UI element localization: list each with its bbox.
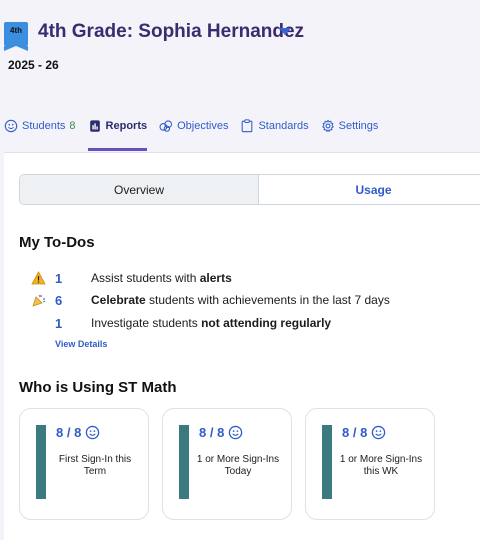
smiley-icon xyxy=(4,119,18,133)
tab-reports-label: Reports xyxy=(105,120,148,132)
card-stat: 8 / 8 xyxy=(342,425,386,440)
card-bar xyxy=(36,425,46,499)
usage-button[interactable]: Usage xyxy=(258,175,480,204)
tab-objectives[interactable]: Objectives xyxy=(159,116,228,136)
usage-card[interactable]: 8 / 8 First Sign-In this Term xyxy=(19,408,149,520)
header: 4th 4th Grade: Sophia Hernandez 2025 - 2… xyxy=(0,0,480,152)
smiley-icon xyxy=(86,425,100,440)
todo-text: Investigate students not attending regul… xyxy=(91,316,332,330)
todo-count: 6 xyxy=(55,292,63,308)
chevron-down-icon[interactable] xyxy=(279,28,291,35)
page-title[interactable]: 4th Grade: Sophia Hernandez xyxy=(38,21,304,43)
smiley-icon xyxy=(372,425,386,440)
todos-heading: My To-Dos xyxy=(19,234,95,251)
usage-heading: Who is Using ST Math xyxy=(19,379,177,396)
todo-celebrate[interactable]: 6 Celebrate students with achievements i… xyxy=(30,291,390,309)
todo-alerts[interactable]: 1 Assist students with alerts xyxy=(30,269,232,287)
todo-count: 1 xyxy=(55,270,63,286)
tab-reports[interactable]: Reports xyxy=(87,116,148,151)
gear-icon xyxy=(321,119,334,133)
view-details-link[interactable]: View Details xyxy=(55,339,107,349)
clipboard-icon xyxy=(242,119,253,133)
card-stat: 8 / 8 xyxy=(199,425,243,440)
todo-count: 1 xyxy=(55,315,63,331)
grade-badge: 4th xyxy=(4,22,28,51)
card-label: First Sign-In this Term xyxy=(58,454,132,477)
report-icon xyxy=(89,120,100,132)
todo-text: Celebrate students with achievements in … xyxy=(91,293,390,307)
smiley-icon xyxy=(229,425,243,440)
tab-objectives-label: Objectives xyxy=(177,120,229,132)
warning-icon xyxy=(30,270,46,286)
tab-standards-label: Standards xyxy=(258,120,309,132)
card-label: 1 or More Sign-Ins this WK xyxy=(339,454,423,477)
students-count: 8 xyxy=(69,120,76,132)
todo-text: Assist students with alerts xyxy=(91,271,232,285)
view-toggle: Overview Usage xyxy=(19,174,480,205)
card-bar xyxy=(179,425,189,499)
usage-card[interactable]: 8 / 8 1 or More Sign-Ins Today xyxy=(162,408,292,520)
card-stat: 8 / 8 xyxy=(56,425,100,440)
usage-card[interactable]: 8 / 8 1 or More Sign-Ins this WK xyxy=(305,408,435,520)
objectives-icon xyxy=(159,120,173,132)
tab-standards[interactable]: Standards xyxy=(240,116,309,136)
tab-bar: Students 8 Reports Objectives Standards … xyxy=(4,116,390,152)
card-label: 1 or More Sign-Ins Today xyxy=(196,454,280,477)
card-bar xyxy=(322,425,332,499)
school-year: 2025 - 26 xyxy=(8,58,59,72)
tab-settings-label: Settings xyxy=(338,120,379,132)
party-popper-icon xyxy=(30,292,46,308)
overview-button[interactable]: Overview xyxy=(20,175,258,204)
tab-settings[interactable]: Settings xyxy=(321,116,379,136)
tab-students-label: Students xyxy=(22,120,66,132)
tab-students[interactable]: Students 8 xyxy=(4,116,76,136)
